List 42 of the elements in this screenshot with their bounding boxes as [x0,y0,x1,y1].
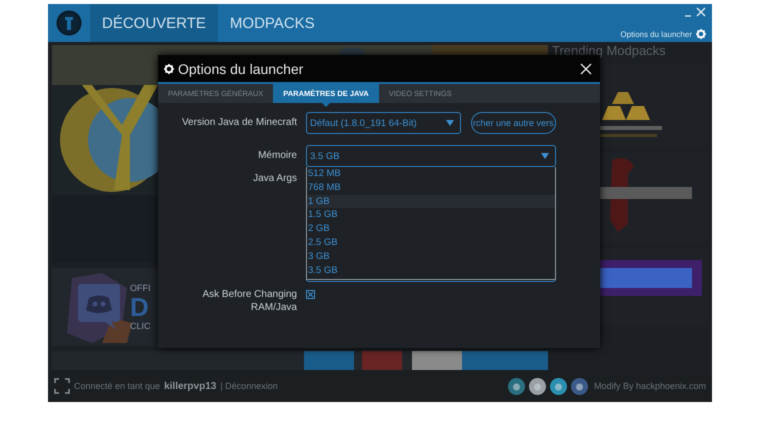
dropdown-option[interactable]: 2 GB [307,222,555,236]
card-label: CLIC [130,321,151,331]
nav-tab[interactable]: DÉCOUVERTE [90,4,218,42]
card-title: D [130,293,150,321]
dropdown-option[interactable]: 1 GB [307,194,555,208]
credit-text: Modify By hackphoenix.com [594,381,706,391]
username: killerpvp13 [164,380,216,392]
chat-bubble-icon [78,284,120,330]
settings-icon[interactable] [696,29,706,39]
field-label: Java Args [252,172,297,186]
dialog-title: Options du launcher [178,60,304,76]
logout-link[interactable]: | Déconnexion [220,381,278,391]
logo-icon [56,10,82,36]
section-title: Trending Modpacks [552,43,667,58]
dropdown-option[interactable]: 2.5 GB [307,236,555,250]
dropdown-option[interactable]: 768 MB [307,180,555,195]
status-text: Connecté en tant que [74,381,160,391]
dropdown-arrow-icon [446,120,454,126]
social-icon[interactable] [508,378,525,394]
dropdown-arrow-icon [541,153,549,159]
java-version-select[interactable]: Défaut (1.8.0_191 64-Bit) [306,112,461,134]
dropdown-option[interactable]: 1.5 GB [307,208,555,222]
memory-select[interactable]: 3.5 GB [306,145,556,167]
checkbox-label: Ask Before Changing RAM/Java [201,288,297,314]
field-label: Mémoire [257,149,297,163]
card-label: OFFI [130,283,151,293]
close-icon[interactable] [580,62,592,74]
select-value: 3.5 GB [310,150,340,162]
social-icon[interactable] [528,378,546,394]
settings-icon [164,64,174,74]
dropdown-option[interactable]: 512 MB [307,167,555,181]
checkbox[interactable] [306,290,315,299]
social-icon[interactable] [550,378,567,394]
fullscreen-icon[interactable] [54,378,70,394]
dropdown-option[interactable]: 3.5 GB [307,264,555,278]
social-icon[interactable] [570,378,588,394]
options-link[interactable]: Options du launcher [620,30,692,38]
browse-button[interactable]: rcher une autre vers [471,112,556,134]
dropdown-option[interactable]: 3 GB [307,250,555,264]
field-label: Version Java de Minecraft [180,116,297,130]
nav-tab[interactable]: MODPACKS [218,4,327,42]
select-value: Défaut (1.8.0_191 64-Bit) [310,118,417,128]
